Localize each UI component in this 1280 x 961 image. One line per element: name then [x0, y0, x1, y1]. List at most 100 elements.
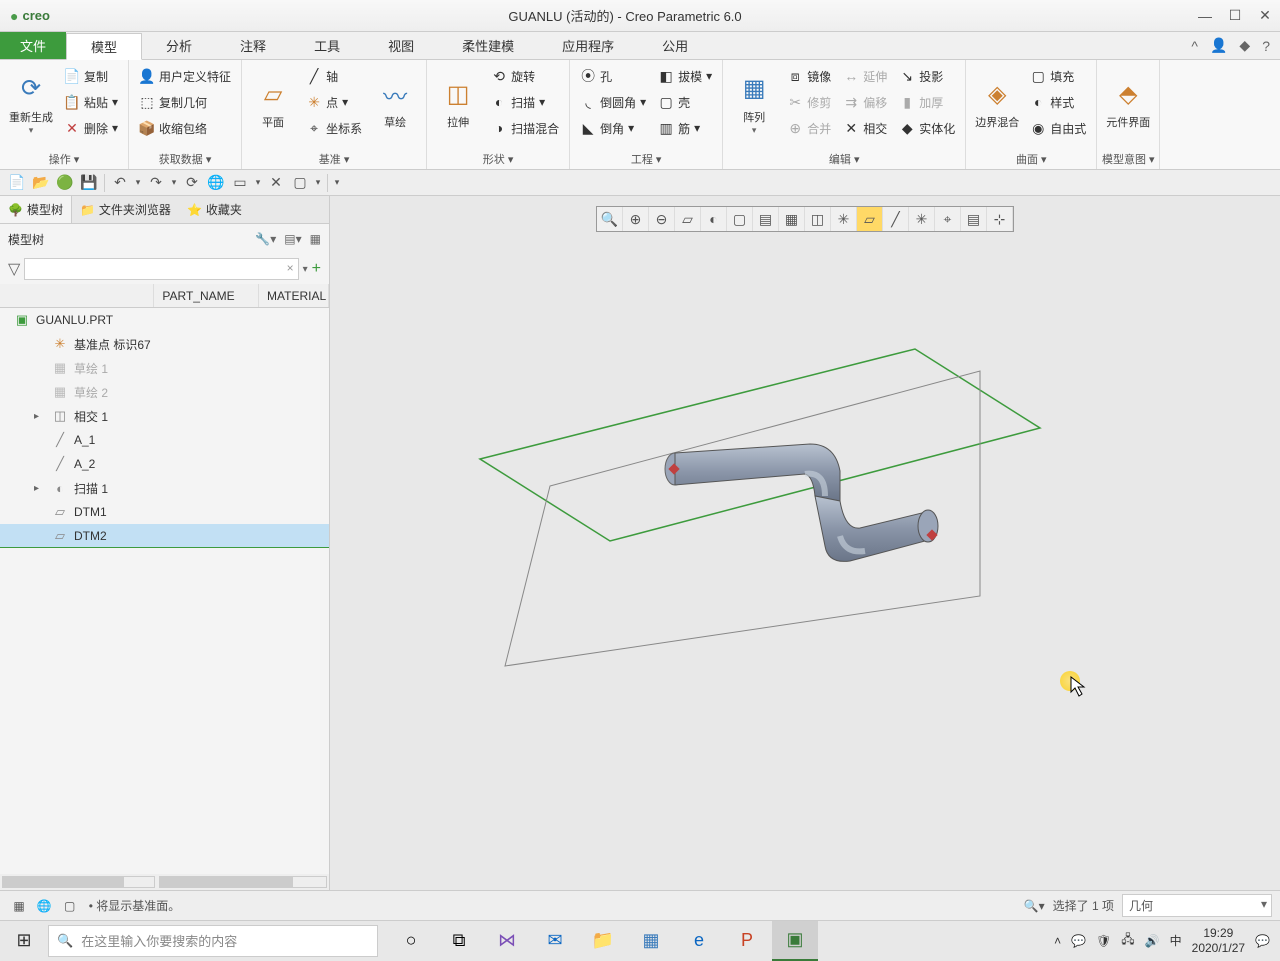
trim-button[interactable]: ✂修剪 — [783, 90, 835, 114]
tree-scrollbar-right[interactable] — [159, 876, 327, 888]
qat-redo-icon[interactable]: ↷ — [145, 173, 167, 193]
tray-caret-icon[interactable]: ˄ — [1054, 934, 1061, 948]
filter-input[interactable]: × — [24, 258, 298, 280]
offset-button[interactable]: ⇉偏移 — [839, 90, 891, 114]
start-button[interactable]: ⊞ — [0, 921, 48, 960]
tab-folder-browser[interactable]: 📁文件夹浏览器 — [72, 196, 179, 223]
tree-scrollbar-left[interactable] — [2, 876, 155, 888]
qat-new-icon[interactable]: 📄 — [6, 173, 28, 193]
round-button[interactable]: ◟倒圆角 ▾ — [576, 90, 650, 114]
shell-button[interactable]: ▢壳 — [654, 90, 716, 114]
tb-taskview-icon[interactable]: ⧉ — [436, 921, 482, 961]
tb-store-icon[interactable]: ▦ — [628, 921, 674, 961]
tree-item[interactable]: ▦草绘 2 — [0, 380, 329, 404]
paste-button[interactable]: 📋粘贴 ▾ — [60, 90, 122, 114]
col-name[interactable] — [0, 284, 154, 307]
qat-appearance-icon[interactable]: ▢ — [289, 173, 311, 193]
tree-root[interactable]: ▣ GUANLU.PRT — [0, 308, 329, 332]
revolve-button[interactable]: ⟲旋转 — [487, 64, 563, 88]
boundary-button[interactable]: ◈ 边界混合 — [972, 64, 1022, 144]
qat-redo-menu[interactable]: ▾ — [169, 173, 179, 193]
tb-outlook-icon[interactable]: ✉ — [532, 921, 578, 961]
delete-button[interactable]: ✕删除 ▾ — [60, 116, 122, 140]
tray-ime[interactable]: 中 — [1170, 932, 1182, 949]
sweptblend-button[interactable]: ◑扫描混合 — [487, 116, 563, 140]
tree-item[interactable]: ╱A_1 — [0, 428, 329, 452]
sb-globe-icon[interactable]: 🌐 — [33, 899, 55, 913]
col-partname[interactable]: PART_NAME — [154, 284, 259, 307]
tray-notifications-icon[interactable]: 💬 — [1255, 934, 1270, 948]
qat-regen-icon[interactable]: ⟳ — [181, 173, 203, 193]
filter-dropdown-icon[interactable]: ▾ — [303, 264, 308, 275]
tb-creo-icon[interactable]: ▣ — [772, 921, 818, 961]
qat-model-icon[interactable]: 🟢 — [54, 173, 76, 193]
pattern-button[interactable]: ▦ 阵列 ▾ — [729, 64, 779, 144]
find-icon[interactable]: 🔍▾ — [1024, 899, 1045, 913]
csys-button[interactable]: ⌖坐标系 — [302, 116, 366, 140]
tb-explorer-icon[interactable]: 📁 — [580, 921, 626, 961]
tab-analysis[interactable]: 分析 — [142, 32, 216, 59]
copygeom-button[interactable]: ⬚复制几何 — [135, 90, 235, 114]
intersect-button[interactable]: ✕相交 — [839, 116, 891, 140]
qat-undo-icon[interactable]: ↶ — [109, 173, 131, 193]
tab-model-tree[interactable]: 🌳模型树 — [0, 196, 72, 223]
maximize-button[interactable]: ☐ — [1220, 0, 1250, 32]
selection-filter-combo[interactable]: 几何 — [1122, 894, 1272, 917]
project-button[interactable]: ↘投影 — [895, 64, 959, 88]
tray-network-icon[interactable]: 🖧 — [1121, 930, 1134, 951]
tree-item[interactable]: ▸◫相交 1 — [0, 404, 329, 428]
shrinkwrap-button[interactable]: 📦收缩包络 — [135, 116, 235, 140]
tab-model[interactable]: 模型 — [66, 33, 142, 60]
solidify-button[interactable]: ◆实体化 — [895, 116, 959, 140]
rib-button[interactable]: ▥筋 ▾ — [654, 116, 716, 140]
axis-button[interactable]: ╱轴 — [302, 64, 366, 88]
tab-common[interactable]: 公用 — [638, 32, 712, 59]
partif-button[interactable]: ⬘ 元件界面 — [1103, 64, 1153, 144]
qat-x-icon[interactable]: ✕ — [265, 173, 287, 193]
taskbar-search[interactable]: 🔍 在这里输入你要搜索的内容 — [48, 925, 378, 957]
udf-button[interactable]: 👤用户定义特征 — [135, 64, 235, 88]
tab-tools[interactable]: 工具 — [290, 32, 364, 59]
tree-settings-icon[interactable]: 🔧▾ — [255, 232, 276, 246]
col-material[interactable]: MATERIAL — [259, 284, 329, 307]
tray-security-icon[interactable]: 🛡 — [1096, 934, 1111, 948]
expand-icon[interactable]: ▸ — [34, 411, 46, 422]
draft-button[interactable]: ◧拔模 ▾ — [654, 64, 716, 88]
tree-item[interactable]: ▱DTM2 — [0, 524, 329, 548]
close-button[interactable]: ✕ — [1250, 0, 1280, 32]
extrude-button[interactable]: ◫ 拉伸 — [433, 64, 483, 144]
tab-apps[interactable]: 应用程序 — [538, 32, 638, 59]
freestyle-button[interactable]: ◉自由式 — [1026, 116, 1090, 140]
filter-add-icon[interactable]: + — [312, 260, 321, 278]
tb-vs-icon[interactable]: ⋈ — [484, 921, 530, 961]
copy-button[interactable]: 📄复制 — [60, 64, 122, 88]
viewport[interactable]: 🔍 ⊕ ⊖ ▱ ◐ ▢ ▤ ▦ ◫ ✳ ▱ ╱ ✳ ⌖ ▤ ⊹ — [330, 196, 1280, 890]
tab-annotate[interactable]: 注释 — [216, 32, 290, 59]
fill-button[interactable]: ▢填充 — [1026, 64, 1090, 88]
qat-close-icon[interactable]: ▭ — [229, 173, 251, 193]
tree-item[interactable]: ▸◐扫描 1 — [0, 476, 329, 500]
qat-save-icon[interactable]: 💾 — [78, 173, 100, 193]
qat-undo-menu[interactable]: ▾ — [133, 173, 143, 193]
point-button[interactable]: ✳点 ▾ — [302, 90, 366, 114]
mirror-button[interactable]: ⧈镜像 — [783, 64, 835, 88]
sketch-button[interactable]: 〰 草绘 — [370, 64, 420, 144]
qat-customize-menu[interactable]: ▾ — [332, 173, 342, 193]
tab-file[interactable]: 文件 — [0, 32, 66, 59]
expand-icon[interactable]: ▸ — [34, 483, 46, 494]
qat-close-menu[interactable]: ▾ — [253, 173, 263, 193]
sweep-button[interactable]: ◐扫描 ▾ — [487, 90, 563, 114]
extend-button[interactable]: ↔延伸 — [839, 64, 891, 88]
tree-item[interactable]: ▱DTM1 — [0, 500, 329, 524]
qat-windows-icon[interactable]: 🌐 — [205, 173, 227, 193]
qat-open-icon[interactable]: 📂 — [30, 173, 52, 193]
sb-grid-icon[interactable]: ▦ — [8, 899, 30, 913]
minimize-button[interactable]: — — [1190, 0, 1220, 32]
regenerate-button[interactable]: ⟳ 重新生成 ▾ — [6, 64, 56, 144]
ribbon-collapse-icon[interactable]: ^ — [1191, 38, 1198, 54]
filter-clear-icon[interactable]: × — [287, 261, 294, 275]
tab-flex[interactable]: 柔性建模 — [438, 32, 538, 59]
qat-appearance-menu[interactable]: ▾ — [313, 173, 323, 193]
sb-window-icon[interactable]: ▢ — [59, 899, 81, 913]
filter-icon[interactable]: ▽ — [8, 259, 20, 279]
